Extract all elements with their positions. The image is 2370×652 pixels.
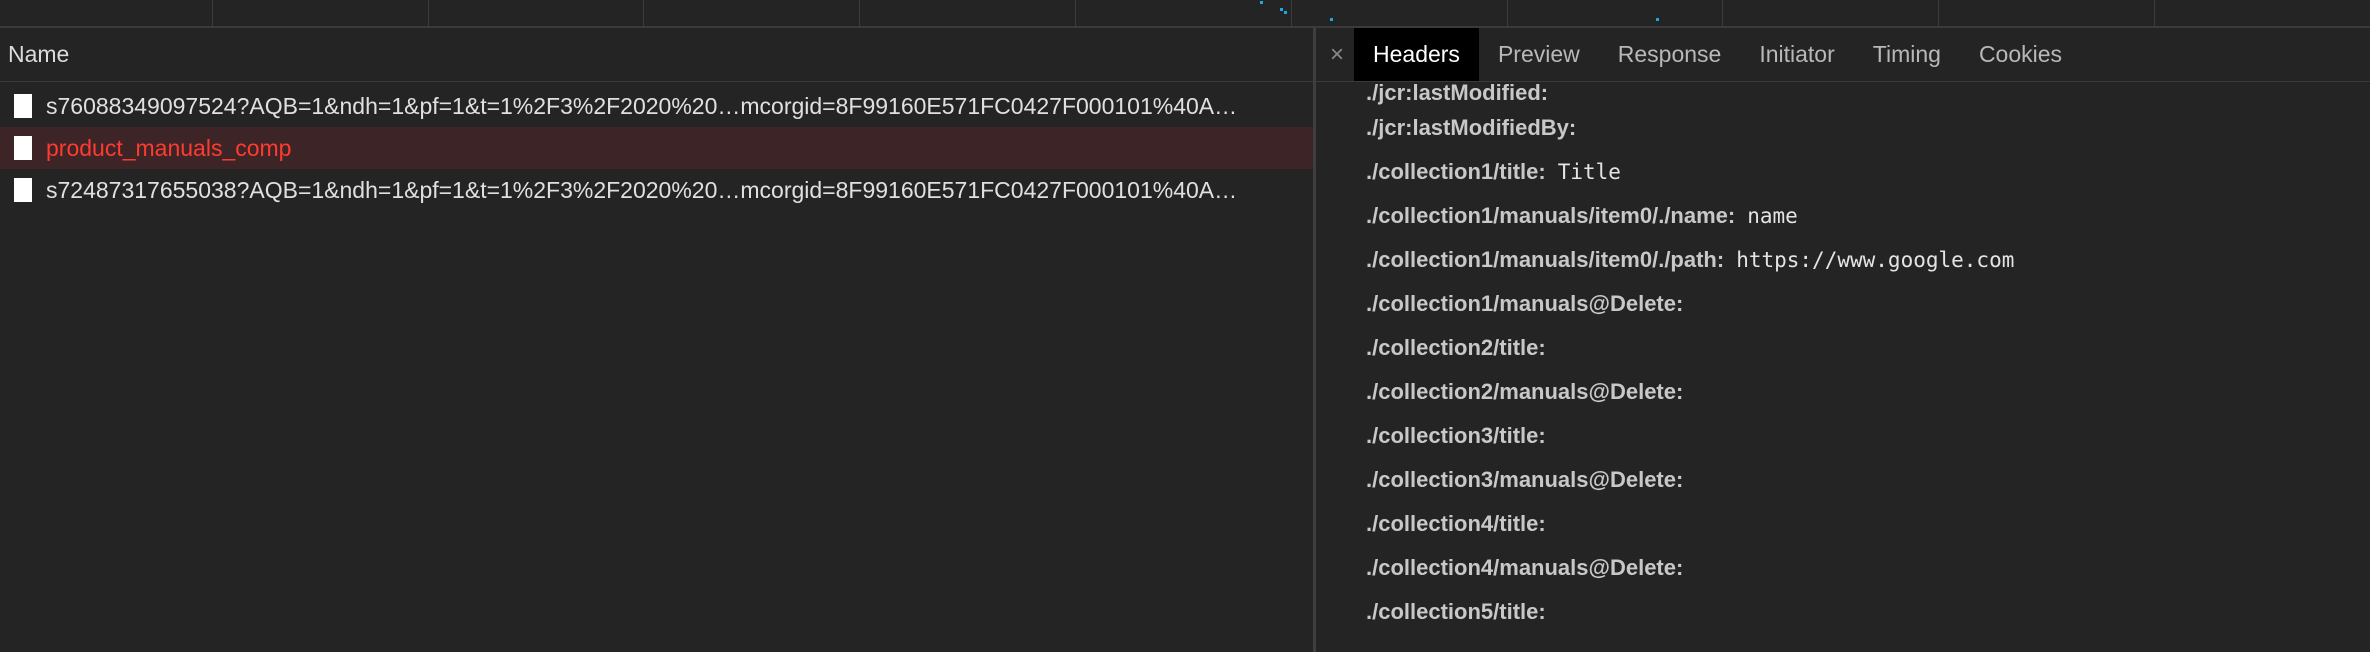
name-column-label: Name (8, 41, 70, 67)
timeline-grid-line (1075, 0, 1076, 26)
request-name: s76088349097524?AQB=1&ndh=1&pf=1&t=1%2F3… (46, 92, 1238, 119)
form-data-key: ./collection2/manuals@Delete: (1366, 379, 1684, 404)
request-row[interactable]: s72487317655038?AQB=1&ndh=1&pf=1&t=1%2F3… (0, 169, 1313, 211)
request-name: s72487317655038?AQB=1&ndh=1&pf=1&t=1%2F3… (46, 176, 1238, 203)
timeline-grid-line (1291, 0, 1292, 26)
timeline-request-tick (1656, 18, 1659, 21)
tab-cookies[interactable]: Cookies (1960, 28, 2081, 81)
form-data-value: Title (1557, 160, 1621, 184)
form-data-row: ./jcr:lastModified: (1366, 80, 2370, 106)
form-data-key: ./collection1/manuals/item0/./name: (1366, 203, 1736, 228)
form-data-key: ./collection1/title: (1366, 159, 1546, 184)
form-data-key: ./collection2/title: (1366, 335, 1546, 360)
tab-initiator[interactable]: Initiator (1740, 28, 1853, 81)
timeline-grid-line (2154, 0, 2155, 26)
form-data-key: ./collection1/manuals/item0/./path: (1366, 247, 1725, 272)
form-data-row: ./collection1/manuals@Delete: (1366, 282, 2370, 326)
form-data-row: ./collection3/manuals@Delete: (1366, 458, 2370, 502)
close-icon: × (1329, 40, 1344, 68)
name-column-header[interactable]: Name (0, 28, 1313, 82)
request-row-error[interactable]: product_manuals_comp (0, 127, 1313, 169)
tab-response[interactable]: Response (1599, 28, 1741, 81)
form-data-row: ./collection4/title: (1366, 502, 2370, 546)
form-data-value: https://www.google.com (1736, 248, 2015, 272)
close-details-button[interactable]: × (1320, 28, 1354, 81)
tab-headers[interactable]: Headers (1354, 28, 1479, 81)
timeline-request-tick (1260, 1, 1263, 4)
form-data-row: ./jcr:lastModifiedBy: (1366, 106, 2370, 150)
request-name: product_manuals_comp (46, 134, 292, 161)
document-icon (14, 94, 32, 118)
tab-preview[interactable]: Preview (1479, 28, 1599, 81)
form-data-row: ./collection4/manuals@Delete: (1366, 546, 2370, 590)
form-data-list: ./jcr:lastModified: ./jcr:lastModifiedBy… (1316, 80, 2370, 634)
form-data-row: ./collection3/title: (1366, 414, 2370, 458)
form-data-key: ./jcr:lastModifiedBy: (1366, 115, 1577, 140)
timeline-grid-line (643, 0, 644, 26)
timeline-request-tick (1284, 11, 1287, 14)
form-data-row: ./collection1/title: Title (1366, 150, 2370, 194)
document-icon (14, 136, 32, 160)
form-data-value: name (1747, 204, 1798, 228)
form-data-key: ./collection3/title: (1366, 423, 1546, 448)
form-data-row: ./collection5/title: (1366, 590, 2370, 634)
form-data-key: ./collection4/title: (1366, 511, 1546, 536)
request-details-pane: × Headers Preview Response Initiator Tim… (1316, 28, 2370, 652)
timeline-request-tick (1330, 18, 1333, 21)
document-icon (14, 178, 32, 202)
network-overview-timeline[interactable] (0, 0, 2370, 28)
form-data-row: ./collection2/manuals@Delete: (1366, 370, 2370, 414)
form-data-row: ./collection2/title: (1366, 326, 2370, 370)
request-list-pane: Name s76088349097524?AQB=1&ndh=1&pf=1&t=… (0, 28, 1313, 652)
request-row[interactable]: s76088349097524?AQB=1&ndh=1&pf=1&t=1%2F3… (0, 85, 1313, 127)
timeline-request-tick (1280, 8, 1283, 11)
tab-timing[interactable]: Timing (1854, 28, 1960, 81)
form-data-key: ./collection1/manuals@Delete: (1366, 291, 1684, 316)
form-data-row: ./collection1/manuals/item0/./path: http… (1366, 238, 2370, 282)
timeline-grid-line (1938, 0, 1939, 26)
timeline-grid-line (1722, 0, 1723, 26)
details-tab-bar: × Headers Preview Response Initiator Tim… (1316, 28, 2370, 82)
timeline-grid-line (212, 0, 213, 26)
devtools-network-panel: Name s76088349097524?AQB=1&ndh=1&pf=1&t=… (0, 0, 2370, 652)
form-data-key: ./collection3/manuals@Delete: (1366, 467, 1684, 492)
form-data-key: ./collection4/manuals@Delete: (1366, 555, 1684, 580)
timeline-grid-line (859, 0, 860, 26)
form-data-key: ./jcr:lastModified: (1366, 80, 1549, 105)
form-data-row: ./collection1/manuals/item0/./name: name (1366, 194, 2370, 238)
request-list: s76088349097524?AQB=1&ndh=1&pf=1&t=1%2F3… (0, 82, 1313, 211)
timeline-grid-line (1507, 0, 1508, 26)
timeline-grid-line (428, 0, 429, 26)
form-data-key: ./collection5/title: (1366, 599, 1546, 624)
